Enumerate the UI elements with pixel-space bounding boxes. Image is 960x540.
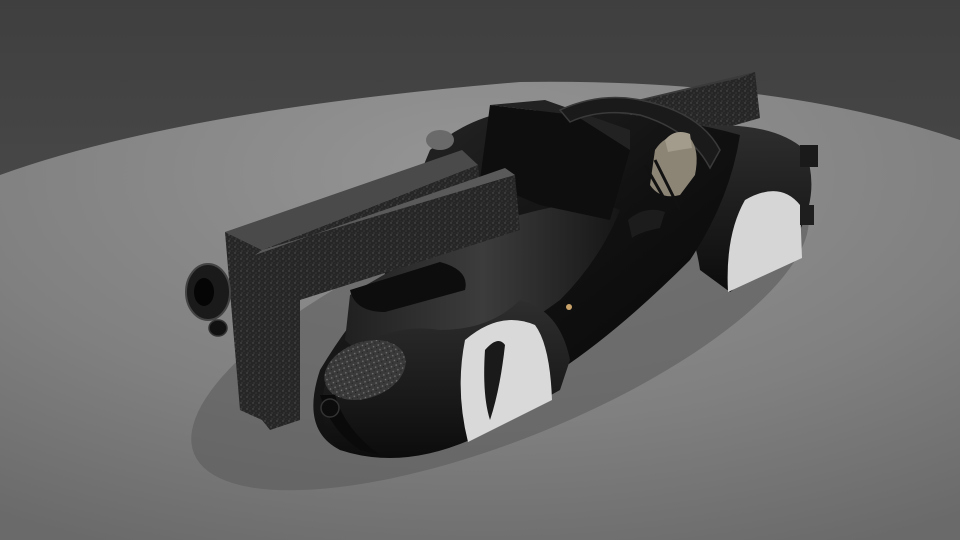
car-render-scene	[0, 0, 960, 540]
exhaust-pipe-lower	[208, 319, 228, 337]
rear-light	[800, 145, 818, 167]
rear-bumper-tip	[800, 205, 814, 225]
indicator-light	[566, 304, 572, 310]
fog-lamp	[320, 398, 340, 418]
exhaust-pipe-inner	[194, 278, 214, 306]
rear-reflector	[426, 130, 454, 150]
